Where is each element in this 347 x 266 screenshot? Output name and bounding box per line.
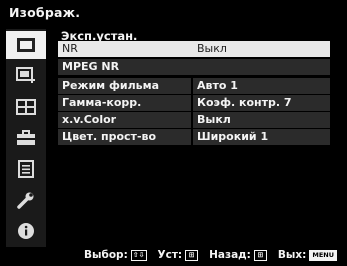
- setting-name: Гамма-корр.: [62, 96, 142, 109]
- setting-row-nr[interactable]: NR Выкл: [58, 41, 330, 57]
- info-icon: [18, 223, 34, 239]
- setting-row-xv-color[interactable]: x.v.Color Выкл: [58, 112, 330, 128]
- setting-row-gamma[interactable]: Гамма-корр. Коэф. контр. 7: [58, 95, 330, 111]
- wrench-icon: [17, 192, 34, 209]
- sidebar: [6, 29, 46, 247]
- key-guide: Выбор: ⇧⇩ Уст: ⊞ Назад: ⊞ Вых: MENU: [84, 248, 337, 262]
- setting-name: x.v.Color: [62, 113, 117, 126]
- screen-grid-icon: [16, 99, 36, 115]
- picture-settings-icon: [16, 67, 35, 83]
- window-title: Изображ.: [9, 5, 81, 20]
- sidebar-item-setup[interactable]: [6, 124, 46, 152]
- setting-name: Режим фильма: [62, 79, 160, 92]
- setting-row-color-space[interactable]: Цвет. прост-во Широкий 1: [58, 129, 330, 145]
- exit-label: Вых:: [277, 249, 307, 261]
- column-divider: [191, 95, 193, 111]
- select-label: Выбор:: [84, 249, 128, 261]
- setting-row-film-mode[interactable]: Режим фильма Авто 1: [58, 78, 330, 94]
- setting-value: Коэф. контр. 7: [197, 96, 292, 109]
- setting-row-mpeg-nr[interactable]: MPEG NR: [58, 59, 330, 75]
- sidebar-item-tools[interactable]: [6, 186, 46, 214]
- toolbox-icon: [17, 130, 35, 145]
- menu-key-icon: MENU: [309, 249, 337, 261]
- setting-value: Широкий 1: [197, 130, 269, 143]
- sidebar-item-list[interactable]: [6, 155, 46, 183]
- setting-value: Выкл: [197, 42, 227, 55]
- up-down-keys-icon: ⇧⇩: [130, 249, 147, 261]
- column-divider: [191, 129, 193, 145]
- back-key-icon: ⊞: [253, 249, 267, 261]
- sidebar-item-picture[interactable]: [6, 31, 46, 59]
- column-divider: [191, 112, 193, 128]
- setting-value: Выкл: [197, 113, 231, 126]
- back-label: Назад:: [209, 249, 251, 261]
- column-divider: [191, 78, 193, 94]
- sidebar-item-picture-settings[interactable]: [6, 62, 46, 90]
- enter-key-icon: ⊞: [185, 249, 199, 261]
- picture-icon: [17, 38, 35, 52]
- setting-name: MPEG NR: [62, 60, 120, 73]
- setting-value: Авто 1: [197, 79, 238, 92]
- list-icon: [18, 160, 34, 178]
- set-label: Уст:: [157, 249, 183, 261]
- setting-name: NR: [62, 42, 78, 55]
- setting-name: Цвет. прост-во: [62, 130, 157, 143]
- sidebar-item-info[interactable]: [6, 217, 46, 245]
- sidebar-item-screen[interactable]: [6, 93, 46, 121]
